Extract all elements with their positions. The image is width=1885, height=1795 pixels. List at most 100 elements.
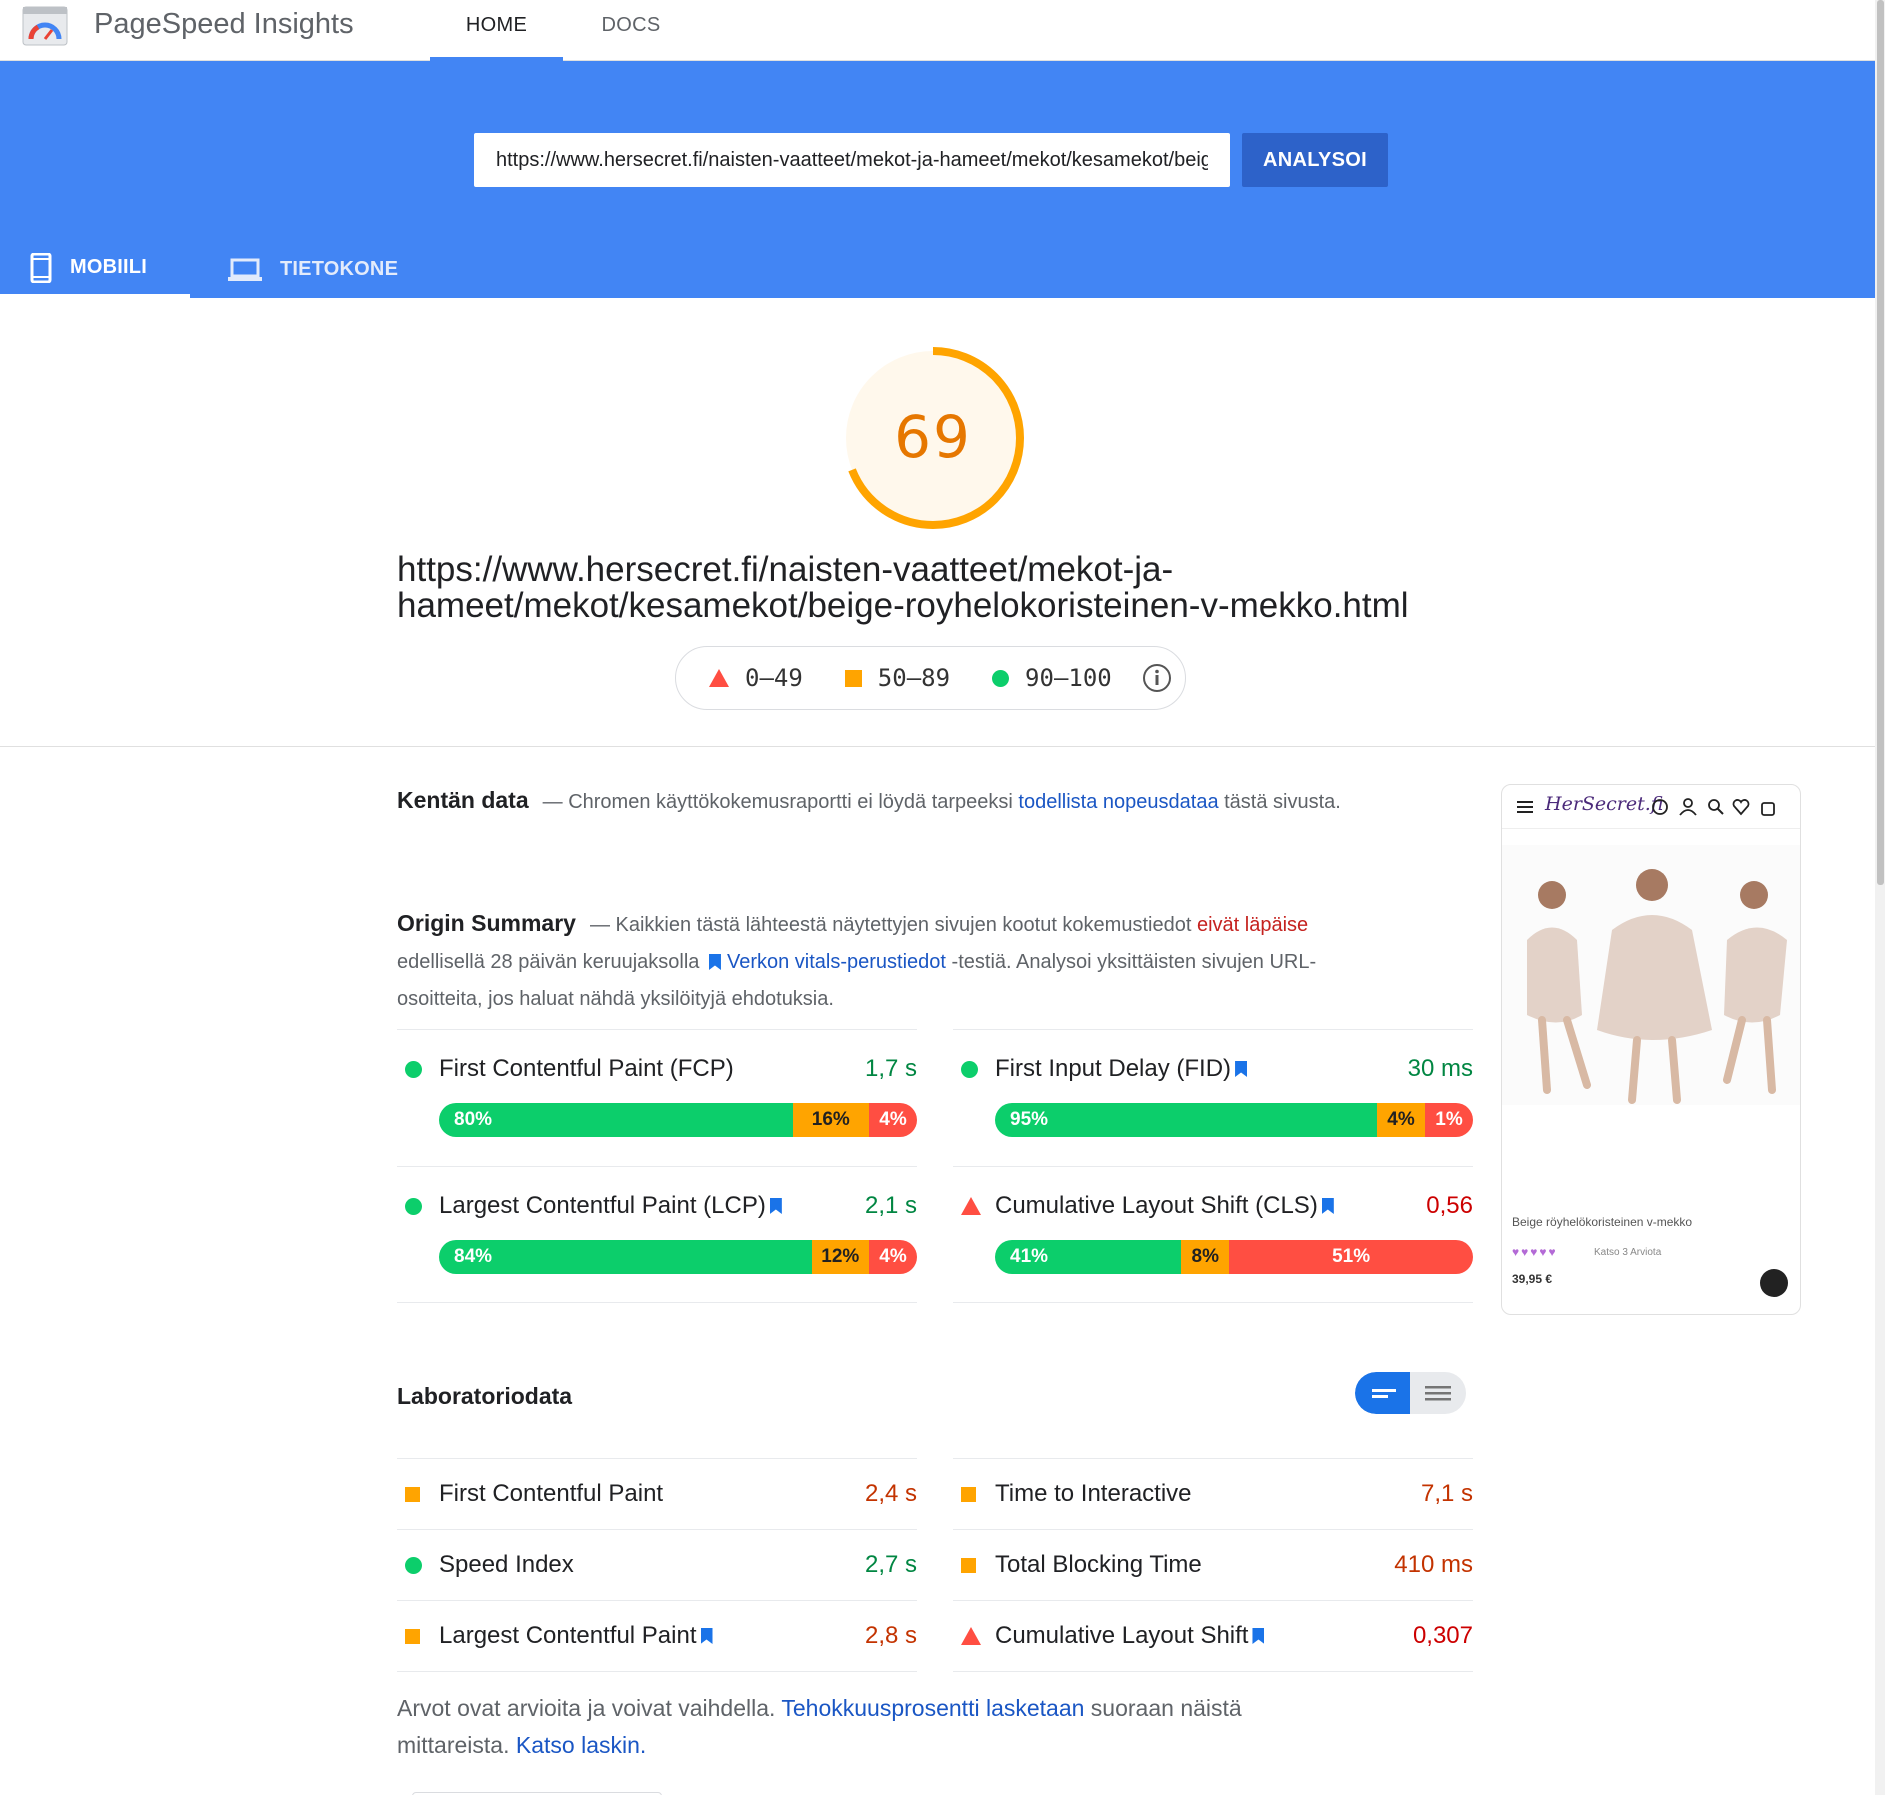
legend-poor: 0–49 — [709, 664, 803, 692]
lab-metric-name: Cumulative Layout Shift — [995, 1622, 1249, 1649]
info-icon[interactable] — [1142, 663, 1172, 693]
search-hero: ANALYSOI MOBIILI TIETOKONE — [0, 61, 1875, 298]
good-circle-icon — [405, 1197, 422, 1215]
bookmark-icon — [1252, 1628, 1265, 1644]
nav-tab-docs[interactable]: DOCS — [575, 0, 687, 61]
compact-view-toggle[interactable] — [1355, 1372, 1410, 1414]
thumbnail-product-name: Beige röyhelökoristeinen v-mekko — [1512, 1215, 1693, 1229]
metric-indicator — [397, 1060, 439, 1078]
lab-divider — [397, 1671, 917, 1672]
metric-indicator — [953, 1486, 995, 1502]
pagespeed-logo-icon[interactable] — [22, 6, 68, 46]
bookmark-icon — [769, 1198, 782, 1214]
lab-data-title: Laboratoriodata — [397, 1383, 573, 1409]
score-value: 69 — [894, 403, 972, 471]
score-legend: 0–49 50–89 90–100 — [675, 646, 1186, 710]
metric-name: First Input Delay (FID) — [995, 1055, 1232, 1082]
thumbnail-reviews: Katso 3 Arviota — [1594, 1247, 1662, 1258]
distribution-good-segment: 84% — [439, 1240, 812, 1274]
field-data-title: Kentän data — [397, 787, 529, 813]
phone-icon — [30, 252, 52, 283]
score-calculation-link[interactable]: Tehokkuusprosentti lasketaan — [781, 1695, 1084, 1721]
performance-score-gauge: 69 — [842, 347, 1024, 529]
nav-tab-home[interactable]: HOME — [430, 0, 563, 61]
lab-metric-row: Largest Contentful Paint 2,8 s — [397, 1600, 917, 1671]
lab-metric-name: First Contentful Paint — [439, 1480, 664, 1507]
distribution-bar: 84% 12% 4% — [439, 1240, 917, 1274]
tab-desktop[interactable]: TIETOKONE — [228, 241, 398, 298]
poor-triangle-icon — [961, 1627, 981, 1645]
origin-summary-text: — Kaikkien tästä lähteestä näytettyjen s… — [589, 914, 1197, 936]
bookmark-icon — [700, 1628, 713, 1644]
distribution-average-segment: 4% — [1377, 1103, 1425, 1137]
poor-triangle-icon — [961, 1197, 981, 1215]
calculator-link[interactable]: Katso laskin. — [516, 1732, 646, 1758]
metric-row: First Input Delay (FID) 30 ms — [953, 1052, 1473, 1086]
lab-note-text: Arvot ovat arvioita ja voivat vaihdella. — [397, 1695, 782, 1721]
cart-icon — [1760, 1269, 1788, 1297]
metric-indicator — [397, 1556, 439, 1574]
scrollbar-thumb[interactable] — [1877, 0, 1884, 885]
origin-summary-text-2: edellisellä 28 päivän keruujaksolla — [397, 951, 705, 973]
distribution-bar: 80% 16% 4% — [439, 1103, 917, 1137]
legend-good: 90–100 — [992, 664, 1112, 692]
good-circle-icon — [405, 1556, 422, 1574]
top-bar: PageSpeed Insights HOME DOCS — [0, 0, 1875, 61]
metric-value: 1,7 s — [864, 1055, 917, 1082]
tab-mobile-label: MOBIILI — [70, 256, 147, 278]
metric-name: Cumulative Layout Shift (CLS) — [995, 1192, 1318, 1219]
distribution-poor-segment: 4% — [869, 1240, 917, 1274]
field-data-section: Kentän data — Chromen käyttökokemusraport… — [397, 782, 1477, 821]
lab-metric-value: 2,7 s — [864, 1551, 917, 1578]
field-data-text: — Chromen käyttökokemusraportti ei löydä… — [542, 791, 1019, 813]
lab-metric-row: Time to Interactive 7,1 s — [953, 1458, 1473, 1529]
compact-view-icon — [1372, 1389, 1396, 1398]
list-view-icon — [1425, 1386, 1451, 1401]
average-square-icon — [405, 1486, 420, 1502]
expanded-view-toggle[interactable] — [1410, 1372, 1466, 1414]
app-title[interactable]: PageSpeed Insights — [94, 8, 354, 41]
legend-average: 50–89 — [844, 664, 951, 692]
bookmark-icon — [708, 954, 721, 970]
lab-metric-row: Speed Index 2,7 s — [397, 1529, 917, 1600]
square-icon — [844, 669, 862, 687]
lab-metric-value: 0,307 — [1412, 1622, 1473, 1649]
origin-summary-warning: eivät läpäise — [1196, 914, 1309, 936]
average-square-icon — [961, 1486, 976, 1502]
metric-name: Largest Contentful Paint (LCP) — [439, 1192, 766, 1219]
metric-row: Cumulative Layout Shift (CLS) 0,56 — [953, 1189, 1473, 1223]
lab-metric-name: Total Blocking Time — [995, 1551, 1202, 1578]
metric-indicator — [397, 1197, 439, 1215]
origin-metric-card: Largest Contentful Paint (LCP) 2,1 s 84% 12… — [397, 1166, 917, 1303]
distribution-good-segment: 80% — [439, 1103, 793, 1137]
distribution-poor-segment: 51% — [1229, 1240, 1473, 1274]
metric-row: First Contentful Paint (FCP) 1,7 s — [397, 1052, 917, 1086]
good-circle-icon — [961, 1060, 978, 1078]
analyzed-url: https://www.hersecret.fi/naisten-vaattee… — [397, 550, 1409, 625]
lab-metric-value: 410 ms — [1394, 1551, 1473, 1578]
thumbnail-header: HerSecret.fi — [1502, 785, 1800, 829]
distribution-average-segment: 12% — [811, 1240, 869, 1274]
average-square-icon — [405, 1628, 420, 1644]
field-data-link[interactable]: todellista nopeusdataa — [1018, 791, 1218, 813]
url-input[interactable] — [474, 133, 1230, 187]
metric-value: 0,56 — [1426, 1192, 1473, 1219]
distribution-bar: 41% 8% 51% — [995, 1240, 1473, 1274]
metric-indicator — [397, 1628, 439, 1644]
origin-summary-title: Origin Summary — [397, 910, 576, 936]
lab-metric-row: First Contentful Paint 2,4 s — [397, 1458, 917, 1529]
menu-icon — [1517, 801, 1533, 813]
lab-metric-name: Largest Contentful Paint — [439, 1622, 697, 1649]
legend-average-label: 50–89 — [877, 664, 951, 692]
origin-metric-card: First Input Delay (FID) 30 ms 95% 4% 1% — [953, 1029, 1473, 1166]
metric-indicator — [953, 1060, 995, 1078]
origin-summary-section: Origin Summary — Kaikkien tästä lähteestä… — [397, 905, 1397, 1018]
good-circle-icon — [405, 1060, 422, 1078]
section-divider — [0, 746, 1875, 747]
thumbnail-rating-hearts: ♥♥♥♥♥ — [1512, 1245, 1558, 1259]
page-screenshot-thumbnail: HerSecret.fi Beige röyhelökoristeinen v-… — [1501, 784, 1801, 1315]
tab-mobile[interactable]: MOBIILI — [0, 241, 190, 298]
analyze-button[interactable]: ANALYSOI — [1242, 133, 1388, 187]
distribution-poor-segment: 4% — [869, 1103, 917, 1137]
web-vitals-link[interactable]: Verkon vitals-perustiedot — [727, 951, 946, 973]
